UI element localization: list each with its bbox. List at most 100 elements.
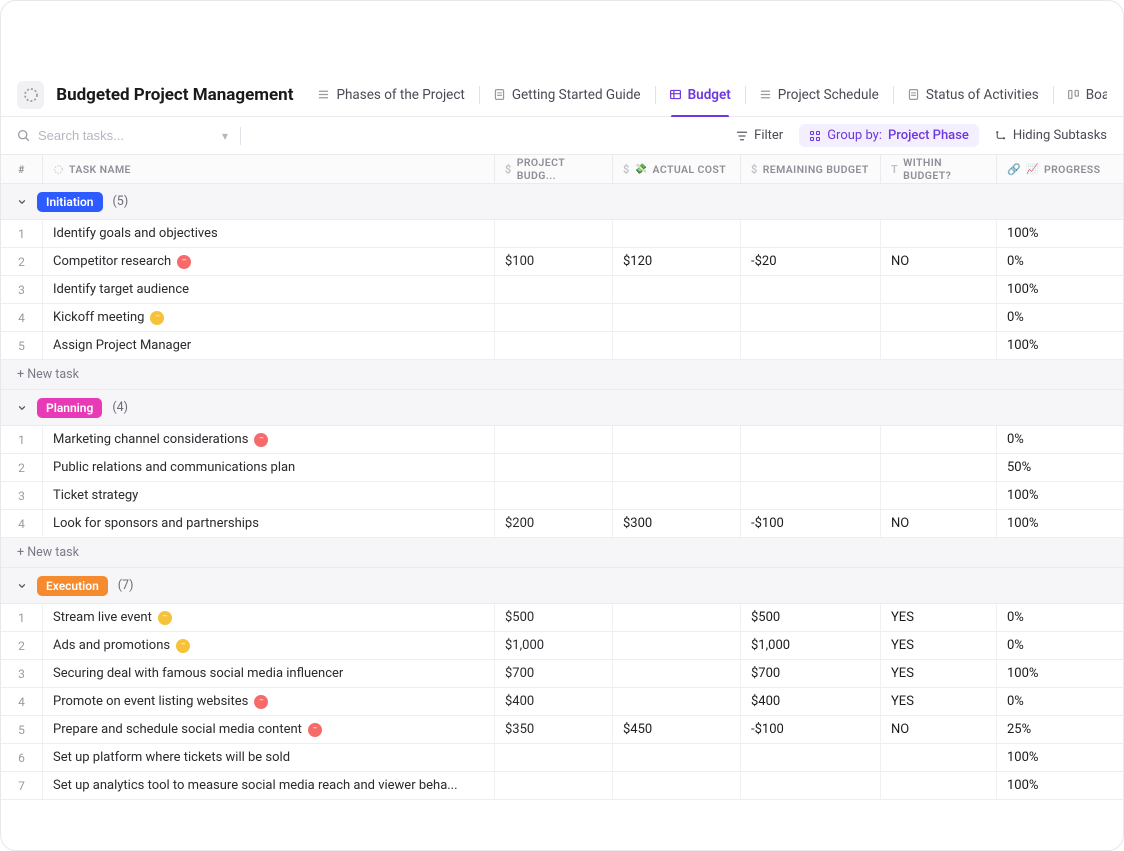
actual-cost-cell[interactable] bbox=[613, 220, 741, 247]
progress-cell[interactable]: 100% bbox=[997, 220, 1123, 247]
within-budget-cell[interactable]: YES bbox=[881, 660, 997, 687]
within-budget-cell[interactable]: YES bbox=[881, 632, 997, 659]
actual-cost-cell[interactable] bbox=[613, 632, 741, 659]
task-name-cell[interactable]: Stream live event − bbox=[43, 604, 495, 631]
progress-cell[interactable]: 0% bbox=[997, 248, 1123, 275]
project-budget-cell[interactable]: $200 bbox=[495, 510, 613, 537]
col-task-name[interactable]: TASK NAME bbox=[43, 155, 495, 183]
remaining-budget-cell[interactable]: -$100 bbox=[741, 510, 881, 537]
within-budget-cell[interactable] bbox=[881, 276, 997, 303]
task-row[interactable]: 3Securing deal with famous social media … bbox=[1, 660, 1123, 688]
within-budget-cell[interactable] bbox=[881, 220, 997, 247]
task-name-cell[interactable]: Competitor research − bbox=[43, 248, 495, 275]
within-budget-cell[interactable]: NO bbox=[881, 248, 997, 275]
task-name-cell[interactable]: Identify goals and objectives bbox=[43, 220, 495, 247]
group-header-execution[interactable]: Execution(7) bbox=[1, 568, 1123, 604]
chevron-down-icon[interactable] bbox=[17, 197, 27, 207]
remaining-budget-cell[interactable]: $400 bbox=[741, 688, 881, 715]
tab-budget[interactable]: Budget bbox=[661, 73, 739, 117]
search-input[interactable] bbox=[36, 127, 216, 144]
actual-cost-cell[interactable]: $300 bbox=[613, 510, 741, 537]
filter-button[interactable]: Filter bbox=[736, 128, 783, 143]
remaining-budget-cell[interactable] bbox=[741, 482, 881, 509]
group-header-planning[interactable]: Planning(4) bbox=[1, 390, 1123, 426]
task-name-cell[interactable]: Prepare and schedule social media conten… bbox=[43, 716, 495, 743]
tab-schedule[interactable]: Project Schedule bbox=[751, 73, 887, 117]
remaining-budget-cell[interactable]: -$100 bbox=[741, 716, 881, 743]
actual-cost-cell[interactable] bbox=[613, 276, 741, 303]
within-budget-cell[interactable]: NO bbox=[881, 510, 997, 537]
project-budget-cell[interactable]: $350 bbox=[495, 716, 613, 743]
project-budget-cell[interactable]: $500 bbox=[495, 604, 613, 631]
hiding-subtasks-button[interactable]: Hiding Subtasks bbox=[995, 128, 1107, 143]
progress-cell[interactable]: 100% bbox=[997, 772, 1123, 799]
project-budget-cell[interactable]: $1,000 bbox=[495, 632, 613, 659]
progress-cell[interactable]: 50% bbox=[997, 454, 1123, 481]
task-name-cell[interactable]: Look for sponsors and partnerships bbox=[43, 510, 495, 537]
project-budget-cell[interactable] bbox=[495, 304, 613, 331]
col-project-budget[interactable]: $ PROJECT BUDG... bbox=[495, 155, 613, 183]
within-budget-cell[interactable]: YES bbox=[881, 688, 997, 715]
remaining-budget-cell[interactable] bbox=[741, 772, 881, 799]
project-budget-cell[interactable] bbox=[495, 332, 613, 359]
project-budget-cell[interactable]: $400 bbox=[495, 688, 613, 715]
progress-cell[interactable]: 100% bbox=[997, 276, 1123, 303]
col-actual-cost[interactable]: $ 💸 ACTUAL COST bbox=[613, 155, 741, 183]
task-row[interactable]: 4Promote on event listing websites −$400… bbox=[1, 688, 1123, 716]
within-budget-cell[interactable] bbox=[881, 454, 997, 481]
progress-cell[interactable]: 100% bbox=[997, 744, 1123, 771]
progress-cell[interactable]: 100% bbox=[997, 660, 1123, 687]
task-row[interactable]: 1Stream live event −$500$500YES0% bbox=[1, 604, 1123, 632]
chevron-down-icon[interactable] bbox=[17, 581, 27, 591]
remaining-budget-cell[interactable]: -$20 bbox=[741, 248, 881, 275]
progress-cell[interactable]: 0% bbox=[997, 304, 1123, 331]
remaining-budget-cell[interactable] bbox=[741, 744, 881, 771]
progress-cell[interactable]: 0% bbox=[997, 604, 1123, 631]
task-name-cell[interactable]: Ticket strategy bbox=[43, 482, 495, 509]
progress-cell[interactable]: 0% bbox=[997, 632, 1123, 659]
task-name-cell[interactable]: Marketing channel considerations − bbox=[43, 426, 495, 453]
task-row[interactable]: 4Kickoff meeting −0% bbox=[1, 304, 1123, 332]
actual-cost-cell[interactable] bbox=[613, 688, 741, 715]
progress-cell[interactable]: 25% bbox=[997, 716, 1123, 743]
project-budget-cell[interactable] bbox=[495, 744, 613, 771]
task-row[interactable]: 1Marketing channel considerations −0% bbox=[1, 426, 1123, 454]
within-budget-cell[interactable] bbox=[881, 304, 997, 331]
progress-cell[interactable]: 100% bbox=[997, 510, 1123, 537]
tab-guide[interactable]: Getting Started Guide bbox=[485, 73, 649, 117]
remaining-budget-cell[interactable]: $700 bbox=[741, 660, 881, 687]
actual-cost-cell[interactable] bbox=[613, 772, 741, 799]
task-row[interactable]: 3Identify target audience 100% bbox=[1, 276, 1123, 304]
task-name-cell[interactable]: Kickoff meeting − bbox=[43, 304, 495, 331]
chevron-down-icon[interactable]: ▾ bbox=[222, 129, 228, 143]
task-name-cell[interactable]: Identify target audience bbox=[43, 276, 495, 303]
within-budget-cell[interactable] bbox=[881, 426, 997, 453]
remaining-budget-cell[interactable]: $1,000 bbox=[741, 632, 881, 659]
task-row[interactable]: 4Look for sponsors and partnerships $200… bbox=[1, 510, 1123, 538]
progress-cell[interactable]: 100% bbox=[997, 482, 1123, 509]
task-row[interactable]: 5Prepare and schedule social media conte… bbox=[1, 716, 1123, 744]
actual-cost-cell[interactable] bbox=[613, 660, 741, 687]
project-budget-cell[interactable] bbox=[495, 772, 613, 799]
task-name-cell[interactable]: Public relations and communications plan bbox=[43, 454, 495, 481]
group-header-initiation[interactable]: Initiation(5) bbox=[1, 184, 1123, 220]
actual-cost-cell[interactable] bbox=[613, 482, 741, 509]
task-row[interactable]: 2Public relations and communications pla… bbox=[1, 454, 1123, 482]
actual-cost-cell[interactable]: $450 bbox=[613, 716, 741, 743]
col-within-budget[interactable]: T WITHIN BUDGET? bbox=[881, 155, 997, 183]
progress-cell[interactable]: 0% bbox=[997, 426, 1123, 453]
project-budget-cell[interactable] bbox=[495, 220, 613, 247]
tab-phases[interactable]: Phases of the Project bbox=[309, 73, 472, 117]
within-budget-cell[interactable] bbox=[881, 482, 997, 509]
tab-board[interactable]: Board bbox=[1059, 73, 1107, 117]
project-budget-cell[interactable] bbox=[495, 276, 613, 303]
within-budget-cell[interactable]: NO bbox=[881, 716, 997, 743]
task-name-cell[interactable]: Ads and promotions − bbox=[43, 632, 495, 659]
actual-cost-cell[interactable]: $120 bbox=[613, 248, 741, 275]
remaining-budget-cell[interactable] bbox=[741, 426, 881, 453]
chevron-down-icon[interactable] bbox=[17, 403, 27, 413]
actual-cost-cell[interactable] bbox=[613, 304, 741, 331]
task-list-scroll[interactable]: Initiation(5)1Identify goals and objecti… bbox=[1, 184, 1123, 850]
project-budget-cell[interactable] bbox=[495, 426, 613, 453]
within-budget-cell[interactable] bbox=[881, 772, 997, 799]
